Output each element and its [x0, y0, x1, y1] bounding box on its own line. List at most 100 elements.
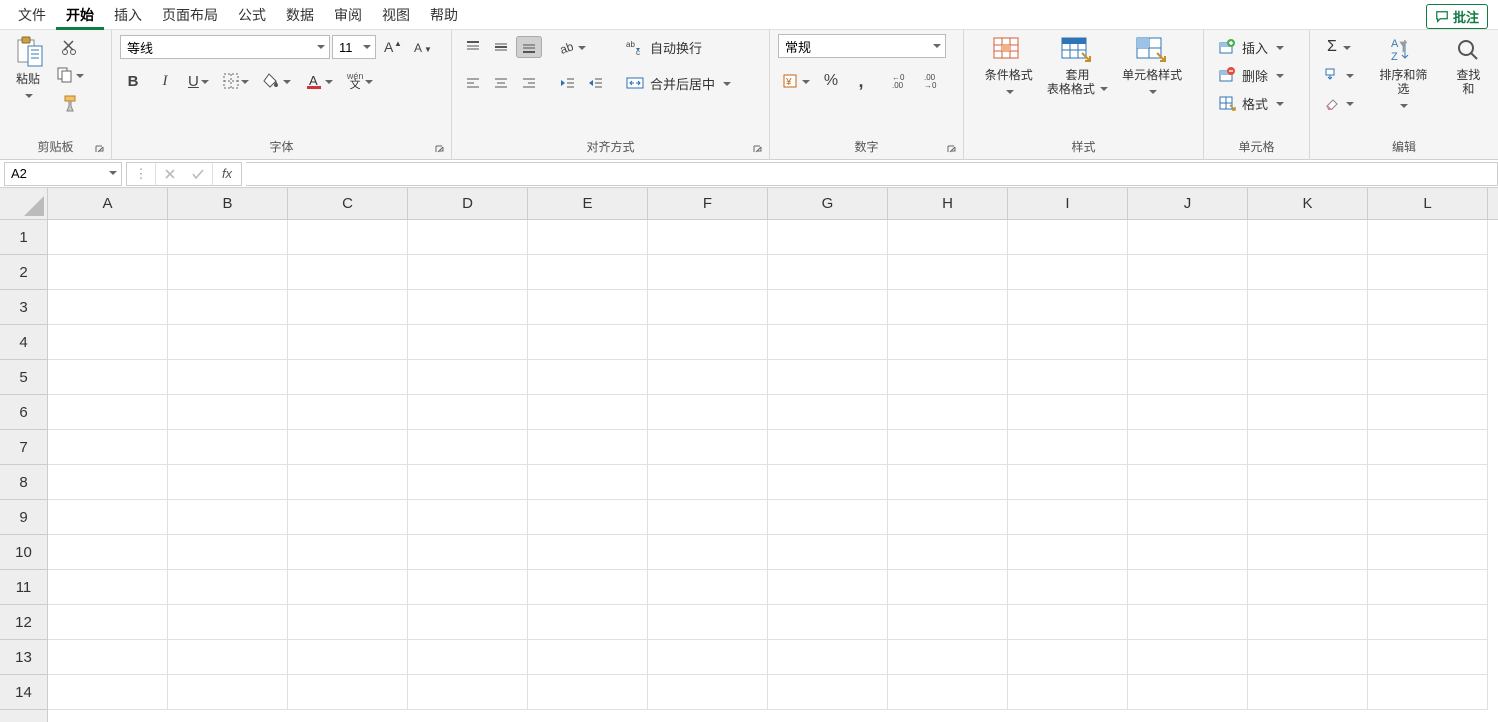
align-bottom-button[interactable]	[516, 36, 542, 58]
cell[interactable]	[408, 535, 528, 570]
cell[interactable]	[1368, 220, 1488, 255]
fill-color-button[interactable]	[259, 68, 295, 94]
cell[interactable]	[48, 430, 168, 465]
cell[interactable]	[288, 220, 408, 255]
cell[interactable]	[168, 535, 288, 570]
cell[interactable]	[528, 500, 648, 535]
borders-button[interactable]	[219, 68, 253, 94]
row-header[interactable]: 12	[0, 605, 47, 640]
cell[interactable]	[1248, 220, 1368, 255]
cell[interactable]	[648, 220, 768, 255]
tab-insert[interactable]: 插入	[104, 0, 152, 30]
cell[interactable]	[1248, 500, 1368, 535]
cell[interactable]	[888, 640, 1008, 675]
decrease-font-button[interactable]: A▼	[408, 34, 436, 60]
cell[interactable]	[888, 500, 1008, 535]
cell[interactable]	[1368, 395, 1488, 430]
orientation-button[interactable]: ab	[554, 34, 590, 60]
cell[interactable]	[408, 640, 528, 675]
cell[interactable]	[1368, 290, 1488, 325]
column-header[interactable]: C	[288, 188, 408, 219]
cell[interactable]	[1008, 675, 1128, 710]
font-color-button[interactable]: A	[301, 68, 337, 94]
cell[interactable]	[1008, 605, 1128, 640]
cell[interactable]	[768, 360, 888, 395]
cell[interactable]	[768, 255, 888, 290]
cell[interactable]	[1128, 535, 1248, 570]
increase-indent-button[interactable]	[582, 70, 608, 96]
sort-filter-button[interactable]: AZ 排序和筛选	[1370, 34, 1437, 115]
cell[interactable]	[48, 605, 168, 640]
cell[interactable]	[1368, 640, 1488, 675]
row-header[interactable]: 6	[0, 395, 47, 430]
cell[interactable]	[48, 360, 168, 395]
cell[interactable]	[768, 465, 888, 500]
formula-input[interactable]	[246, 162, 1498, 186]
cell[interactable]	[1368, 430, 1488, 465]
cell[interactable]	[648, 430, 768, 465]
cell[interactable]	[768, 325, 888, 360]
column-header[interactable]: G	[768, 188, 888, 219]
cell[interactable]	[648, 570, 768, 605]
cell[interactable]	[1008, 255, 1128, 290]
cell[interactable]	[648, 255, 768, 290]
cell[interactable]	[528, 220, 648, 255]
cell[interactable]	[1128, 500, 1248, 535]
bold-button[interactable]: B	[120, 68, 146, 94]
cell[interactable]	[1008, 220, 1128, 255]
cell[interactable]	[528, 535, 648, 570]
cell[interactable]	[288, 675, 408, 710]
cell[interactable]	[48, 500, 168, 535]
italic-button[interactable]: I	[152, 68, 178, 94]
cell[interactable]	[168, 640, 288, 675]
cell[interactable]	[1248, 430, 1368, 465]
cell[interactable]	[168, 465, 288, 500]
cell[interactable]	[408, 430, 528, 465]
number-format-select[interactable]: 常规	[778, 34, 946, 58]
row-header[interactable]: 11	[0, 570, 47, 605]
column-header[interactable]: K	[1248, 188, 1368, 219]
cell[interactable]	[768, 500, 888, 535]
row-header[interactable]: 2	[0, 255, 47, 290]
decrease-indent-button[interactable]	[554, 70, 580, 96]
paste-button[interactable]: 粘贴	[8, 34, 48, 105]
row-header[interactable]: 5	[0, 360, 47, 395]
cell[interactable]	[648, 675, 768, 710]
cell[interactable]	[48, 640, 168, 675]
column-header[interactable]: H	[888, 188, 1008, 219]
cell[interactable]	[48, 255, 168, 290]
cell[interactable]	[48, 465, 168, 500]
phonetic-guide-button[interactable]: wén文	[343, 68, 378, 94]
cell[interactable]	[768, 605, 888, 640]
cell[interactable]	[528, 325, 648, 360]
cell[interactable]	[768, 290, 888, 325]
row-header[interactable]: 4	[0, 325, 47, 360]
increase-decimal-button[interactable]: ←0.00	[888, 68, 916, 94]
cell[interactable]	[1128, 220, 1248, 255]
cell[interactable]	[1128, 255, 1248, 290]
cell[interactable]	[528, 255, 648, 290]
cell[interactable]	[288, 430, 408, 465]
cell[interactable]	[288, 395, 408, 430]
cell[interactable]	[1008, 465, 1128, 500]
cell[interactable]	[1128, 570, 1248, 605]
cell[interactable]	[288, 325, 408, 360]
cell[interactable]	[528, 605, 648, 640]
tab-home[interactable]: 开始	[56, 0, 104, 30]
cell[interactable]	[168, 570, 288, 605]
cell[interactable]	[168, 255, 288, 290]
clipboard-launcher[interactable]	[93, 143, 107, 157]
cell[interactable]	[1368, 535, 1488, 570]
cell[interactable]	[888, 255, 1008, 290]
cell[interactable]	[1248, 395, 1368, 430]
cell[interactable]	[408, 360, 528, 395]
cell[interactable]	[168, 675, 288, 710]
row-header[interactable]: 8	[0, 465, 47, 500]
cell[interactable]	[288, 255, 408, 290]
cells-area[interactable]	[48, 220, 1498, 722]
cell[interactable]	[1248, 535, 1368, 570]
cell[interactable]	[1008, 395, 1128, 430]
cell[interactable]	[528, 360, 648, 395]
cell[interactable]	[1008, 430, 1128, 465]
row-header[interactable]: 10	[0, 535, 47, 570]
